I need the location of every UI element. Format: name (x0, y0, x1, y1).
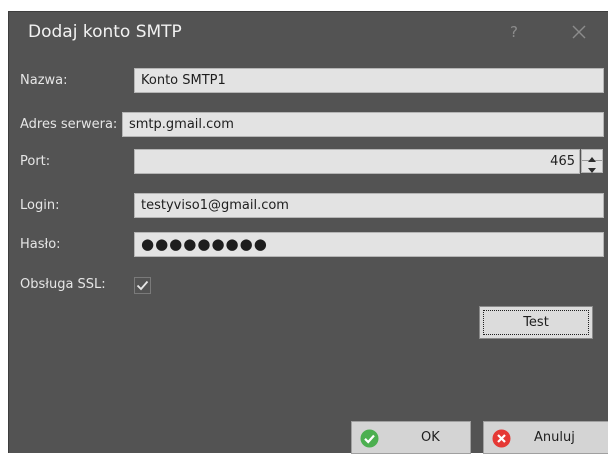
x-circle-icon (492, 429, 511, 448)
ssl-checkbox[interactable] (134, 277, 151, 294)
server-address-label: Adres serwera: (20, 117, 118, 132)
password-field[interactable]: ●●●●●●●●● (134, 232, 604, 257)
port-increment-button[interactable] (582, 150, 602, 162)
check-circle-icon (360, 429, 379, 448)
dialog-titlebar: Dodaj konto SMTP ? (9, 12, 608, 56)
password-label: Hasło: (20, 237, 61, 252)
close-icon (572, 25, 586, 39)
name-label: Nazwa: (20, 73, 68, 88)
question-mark-icon: ? (510, 23, 518, 41)
ok-button-label: OK (421, 430, 440, 445)
login-field[interactable]: testyviso1@gmail.com (134, 193, 604, 218)
test-button-label: Test (483, 310, 589, 335)
smtp-account-dialog: Dodaj konto SMTP ? Nazwa: Konto SMTP1 Ad… (8, 11, 608, 454)
close-button[interactable] (567, 20, 591, 44)
checkmark-icon (134, 277, 151, 294)
port-decrement-button[interactable] (582, 161, 602, 173)
server-address-field[interactable]: smtp.gmail.com (122, 112, 604, 137)
triangle-down-icon (588, 168, 596, 173)
test-button[interactable]: Test (479, 306, 593, 339)
help-button[interactable]: ? (503, 20, 525, 44)
ok-button[interactable]: OK (351, 421, 471, 454)
login-label: Login: (20, 198, 60, 213)
dialog-title: Dodaj konto SMTP (28, 22, 182, 42)
port-field[interactable]: 465 (134, 149, 580, 174)
cancel-button[interactable]: Anuluj (483, 421, 608, 454)
port-label: Port: (20, 154, 51, 169)
ssl-label: Obsługa SSL: (20, 277, 106, 292)
name-field[interactable]: Konto SMTP1 (134, 68, 604, 93)
cancel-button-label: Anuluj (534, 430, 575, 445)
port-spinner (581, 149, 603, 173)
